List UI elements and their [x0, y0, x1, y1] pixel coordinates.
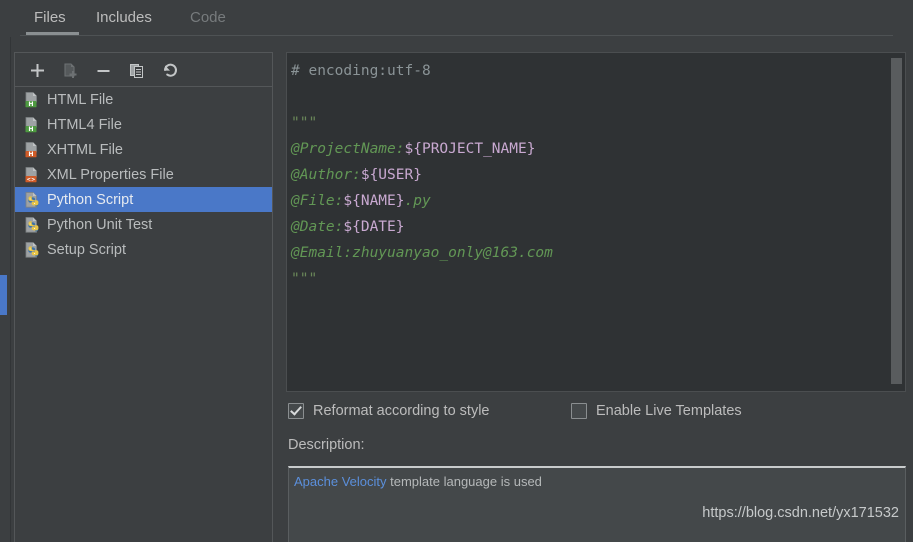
description-box: Apache Velocity template language is use… — [288, 466, 906, 542]
code-token: .py — [404, 193, 431, 209]
code-token: @ProjectName: — [291, 141, 405, 157]
code-token: ${NAME} — [343, 193, 405, 209]
file-template-item[interactable]: H HTML File — [15, 87, 272, 112]
undo-icon — [161, 62, 179, 80]
code-token: @Author: — [291, 167, 361, 183]
window-scrollbar-track[interactable] — [0, 37, 7, 542]
svg-text:H: H — [28, 101, 33, 108]
description-text: Apache Velocity template language is use… — [294, 474, 542, 489]
reformat-label: Reformat according to style — [313, 403, 490, 419]
file-template-item[interactable]: H HTML4 File — [15, 112, 272, 137]
file-template-item-label: Python Unit Test — [47, 216, 153, 233]
window-scrollbar-thumb[interactable] — [0, 275, 7, 315]
python-file-icon — [23, 191, 41, 209]
file-template-list[interactable]: H HTML File H HTML4 File H XHTML File <> XML Pr… — [15, 87, 272, 542]
tab-files[interactable]: Files — [26, 5, 74, 31]
panel-divider — [10, 37, 11, 542]
code-line: @ProjectName:${PROJECT_NAME} — [291, 136, 885, 162]
minus-icon — [95, 62, 112, 79]
file-template-item[interactable]: Python Script — [15, 187, 272, 212]
file-template-item-label: Setup Script — [47, 241, 126, 258]
xml-file-icon: <> — [23, 166, 41, 184]
editor-scrollbar-thumb[interactable] — [891, 58, 902, 384]
apache-velocity-link[interactable]: Apache Velocity — [294, 474, 387, 489]
tab-includes[interactable]: Includes — [88, 5, 160, 31]
html-file-icon: H — [23, 91, 41, 109]
description-label: Description: — [288, 437, 365, 453]
file-template-item-label: XHTML File — [47, 141, 123, 158]
file-template-item[interactable]: <> XML Properties File — [15, 162, 272, 187]
code-line: """ — [291, 110, 885, 136]
tab-bar-separator — [20, 35, 893, 36]
copy-icon — [128, 62, 146, 80]
file-template-item[interactable]: H XHTML File — [15, 137, 272, 162]
xhtml-file-icon: H — [23, 141, 41, 159]
copy-file-icon — [62, 62, 80, 80]
code-line: @Date:${DATE} — [291, 214, 885, 240]
add-button[interactable] — [27, 60, 48, 81]
template-code-text: # encoding:utf-8 """ @ProjectName:${PROJE… — [291, 58, 885, 292]
code-token: """ — [291, 115, 318, 131]
code-line: @Author:${USER} — [291, 162, 885, 188]
file-templates-panel: H HTML File H HTML4 File H XHTML File <> XML Pr… — [14, 52, 273, 542]
live-templates-checkbox[interactable] — [571, 403, 587, 419]
options-row: Reformat according to style Enable Live … — [288, 403, 908, 425]
code-token: # encoding:utf-8 — [291, 63, 431, 79]
code-token: ${USER} — [360, 167, 422, 183]
file-template-item-label: XML Properties File — [47, 166, 174, 183]
file-template-item[interactable]: Python Unit Test — [15, 212, 272, 237]
code-token: ${DATE} — [343, 219, 405, 235]
code-token: @Email:zhuyuanyao_only@163.com — [291, 245, 553, 261]
reset-button[interactable] — [159, 60, 180, 81]
plus-icon — [29, 62, 46, 79]
reformat-checkbox[interactable] — [288, 403, 304, 419]
file-template-item-label: HTML4 File — [47, 116, 122, 133]
duplicate-button — [60, 60, 81, 81]
python-file-icon — [23, 241, 41, 259]
watermark-text: https://blog.csdn.net/yx171532 — [702, 505, 899, 521]
code-token: ${PROJECT_NAME} — [404, 141, 536, 157]
code-line: @File:${NAME}.py — [291, 188, 885, 214]
copy-button[interactable] — [126, 60, 147, 81]
code-token: """ — [291, 271, 318, 287]
code-token: @File: — [291, 193, 344, 209]
html-file-icon: H — [23, 116, 41, 134]
python-file-icon — [23, 216, 41, 234]
code-line: # encoding:utf-8 — [291, 58, 885, 84]
tab-bar: Files Includes Code — [0, 0, 913, 37]
svg-text:<>: <> — [27, 177, 36, 183]
file-templates-toolbar — [15, 53, 272, 87]
file-template-item[interactable]: Setup Script — [15, 237, 272, 262]
tab-code[interactable]: Code — [182, 5, 234, 31]
file-template-item-label: HTML File — [47, 91, 114, 108]
editor-scrollbar-track[interactable] — [891, 54, 904, 390]
template-settings-window: Files Includes Code H HTML File H HTML4 … — [0, 0, 913, 542]
code-line: """ — [291, 266, 885, 292]
live-templates-checkbox-row[interactable]: Enable Live Templates — [571, 403, 742, 419]
reformat-checkbox-row[interactable]: Reformat according to style — [288, 403, 490, 419]
remove-button[interactable] — [93, 60, 114, 81]
file-template-item-label: Python Script — [47, 191, 134, 208]
description-rest: template language is used — [386, 474, 542, 489]
svg-text:H: H — [28, 126, 33, 133]
live-templates-label: Enable Live Templates — [596, 403, 742, 419]
svg-text:H: H — [28, 151, 33, 158]
template-code-editor[interactable]: # encoding:utf-8 """ @ProjectName:${PROJE… — [286, 52, 906, 392]
code-line: @Email:zhuyuanyao_only@163.com — [291, 240, 885, 266]
code-token: @Date: — [291, 219, 344, 235]
